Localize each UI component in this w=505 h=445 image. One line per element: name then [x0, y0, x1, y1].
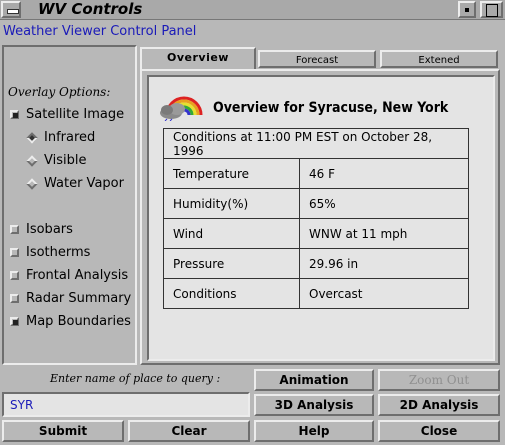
row-label: Wind — [163, 218, 300, 249]
zoom-out-button[interactable]: Zoom Out — [378, 369, 500, 391]
row-value: Overcast — [299, 278, 469, 309]
table-row: Conditions at 11:00 PM EST on October 28… — [163, 128, 469, 159]
band-label: Infrared — [44, 130, 96, 145]
row-label: Temperature — [163, 158, 300, 189]
row-value: WNW at 11 mph — [299, 218, 469, 249]
overlay-label: Isotherms — [26, 245, 91, 260]
clear-button[interactable]: Clear — [128, 420, 250, 442]
row-value: 46 F — [299, 158, 469, 189]
table-row: Humidity(%) 65% — [163, 188, 469, 219]
2d-analysis-button[interactable]: 2D Analysis — [378, 394, 500, 416]
band-visible-radio[interactable]: Visible — [26, 153, 87, 168]
3d-analysis-button[interactable]: 3D Analysis — [254, 394, 374, 416]
table-row: Pressure 29.96 in — [163, 248, 469, 279]
window-title: WV Controls — [38, 0, 143, 18]
place-query-input[interactable]: SYR — [2, 392, 250, 417]
tab-extened[interactable]: Extened — [380, 50, 498, 68]
title-bar: WV Controls — [0, 0, 505, 20]
row-value: 65% — [299, 188, 469, 219]
radio-icon — [26, 154, 38, 167]
minimize-button[interactable] — [458, 1, 476, 18]
band-label: Visible — [44, 153, 87, 168]
tab-overview[interactable]: Overview — [140, 47, 256, 71]
row-value: 29.96 in — [299, 248, 469, 279]
row-label: Humidity(%) — [163, 188, 300, 219]
satellite-image-label: Satellite Image — [26, 107, 125, 122]
query-label: Enter name of place to query : — [50, 372, 221, 385]
weather-table: Conditions at 11:00 PM EST on October 28… — [163, 128, 469, 309]
animation-button[interactable]: Animation — [254, 369, 374, 391]
checkbox-icon — [10, 248, 19, 257]
row-label: Pressure — [163, 248, 300, 279]
band-infrared-radio[interactable]: Infrared — [26, 130, 96, 145]
checkbox-icon — [10, 271, 19, 280]
isobars-checkbox[interactable]: Isobars — [10, 222, 73, 237]
conditions-header: Conditions at 11:00 PM EST on October 28… — [163, 128, 469, 159]
checkbox-icon — [10, 225, 19, 234]
app-header: Weather Viewer Control Panel — [3, 24, 197, 39]
overlay-label: Radar Summary — [26, 291, 132, 306]
maximize-button[interactable] — [480, 1, 503, 18]
overlay-label: Map Boundaries — [26, 314, 131, 329]
window-menu-icon — [7, 9, 19, 14]
checkbox-icon — [10, 294, 19, 303]
map-boundaries-checkbox[interactable]: Map Boundaries — [10, 314, 131, 329]
band-water-vapor-radio[interactable]: Water Vapor — [26, 176, 124, 191]
maximize-icon — [486, 4, 498, 17]
submit-button[interactable]: Submit — [2, 420, 124, 442]
tab-forecast[interactable]: Forecast — [258, 50, 376, 68]
table-row: Wind WNW at 11 mph — [163, 218, 469, 249]
overview-content: Overview for Syracuse, New York Conditio… — [147, 75, 495, 361]
checkbox-icon — [10, 110, 19, 119]
isotherms-checkbox[interactable]: Isotherms — [10, 245, 90, 260]
overlay-label: Frontal Analysis — [26, 268, 129, 283]
minimize-icon — [465, 8, 469, 12]
rainbow-weather-icon — [160, 96, 203, 121]
checkbox-icon — [10, 317, 19, 326]
frontal-analysis-checkbox[interactable]: Frontal Analysis — [10, 268, 128, 283]
table-row: Conditions Overcast — [163, 278, 469, 309]
window-menu-button[interactable] — [1, 1, 21, 18]
radar-summary-checkbox[interactable]: Radar Summary — [10, 291, 131, 306]
overlay-label: Isobars — [26, 222, 73, 237]
overview-panel: Overview for Syracuse, New York Conditio… — [140, 69, 500, 365]
radio-icon — [26, 131, 38, 144]
close-button[interactable]: Close — [378, 420, 500, 442]
satellite-image-checkbox[interactable]: Satellite Image — [10, 107, 124, 122]
help-button[interactable]: Help — [254, 420, 374, 442]
band-label: Water Vapor — [44, 176, 124, 191]
radio-icon — [26, 177, 38, 190]
row-label: Conditions — [163, 278, 300, 309]
overview-title: Overview for Syracuse, New York — [213, 100, 449, 116]
table-row: Temperature 46 F — [163, 158, 469, 189]
overlay-options-label: Overlay Options: — [8, 85, 111, 99]
